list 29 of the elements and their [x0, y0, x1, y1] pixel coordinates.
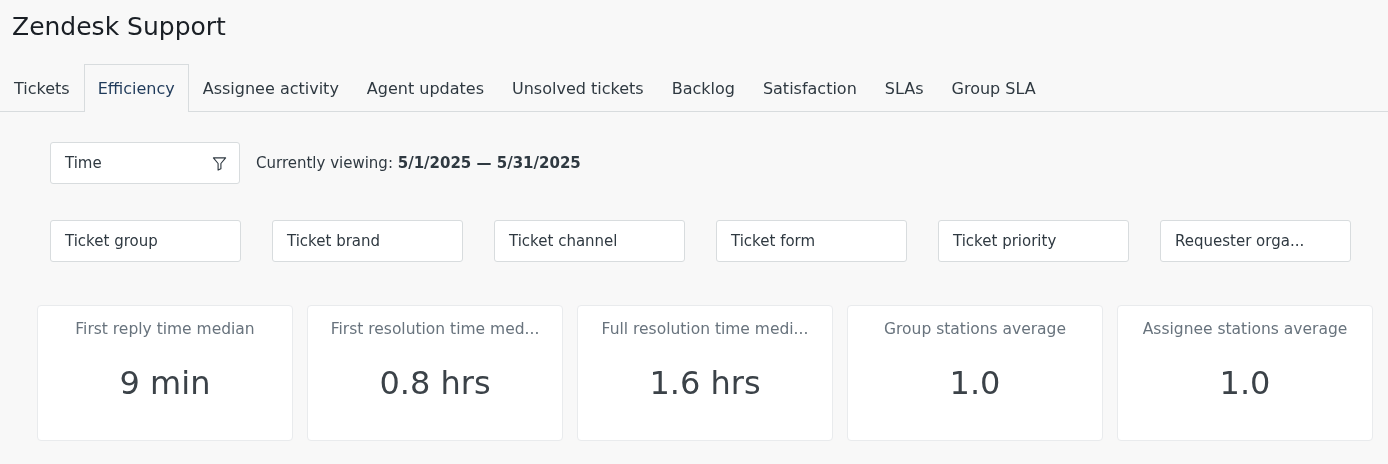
metric-value: 1.0: [1219, 363, 1271, 405]
filter-icon: [212, 155, 227, 171]
tab[interactable]: Assignee activity: [188, 64, 353, 112]
page-title: Zendesk Support: [11, 11, 227, 43]
tab[interactable]: Tickets: [0, 64, 84, 112]
metric-title: Assignee stations average: [1142, 319, 1348, 340]
tab[interactable]: Group SLA: [937, 64, 1050, 112]
tab[interactable]: Satisfaction: [748, 64, 871, 112]
filter-dropdown[interactable]: Ticket group: [50, 220, 241, 262]
filter-dropdown[interactable]: Requester orga...: [1160, 220, 1351, 262]
filter-dropdown[interactable]: Ticket priority: [938, 220, 1129, 262]
tab[interactable]: Efficiency: [83, 64, 189, 112]
date-range-text: Currently viewing: 5/1/2025 — 5/31/2025: [256, 152, 581, 174]
time-filter[interactable]: Time: [50, 142, 240, 184]
tab[interactable]: Unsolved tickets: [498, 64, 658, 112]
metric-title: Full resolution time medi...: [601, 319, 809, 340]
filter-dropdown[interactable]: Ticket channel: [494, 220, 685, 262]
metric-title: Group stations average: [884, 319, 1066, 340]
metric-title: First reply time median: [75, 319, 255, 340]
metric-value: 9 min: [119, 363, 211, 405]
tab[interactable]: Backlog: [657, 64, 749, 112]
filter-dropdown[interactable]: Ticket brand: [272, 220, 463, 262]
metric-title: First resolution time med...: [330, 319, 540, 340]
filter-dropdown[interactable]: Ticket form: [716, 220, 907, 262]
metric-value: 0.8 hrs: [379, 363, 491, 405]
metric-value: 1.6 hrs: [649, 363, 761, 405]
tab[interactable]: SLAs: [870, 64, 938, 112]
tab[interactable]: Agent updates: [352, 64, 498, 112]
metric-value: 1.0: [949, 363, 1001, 405]
